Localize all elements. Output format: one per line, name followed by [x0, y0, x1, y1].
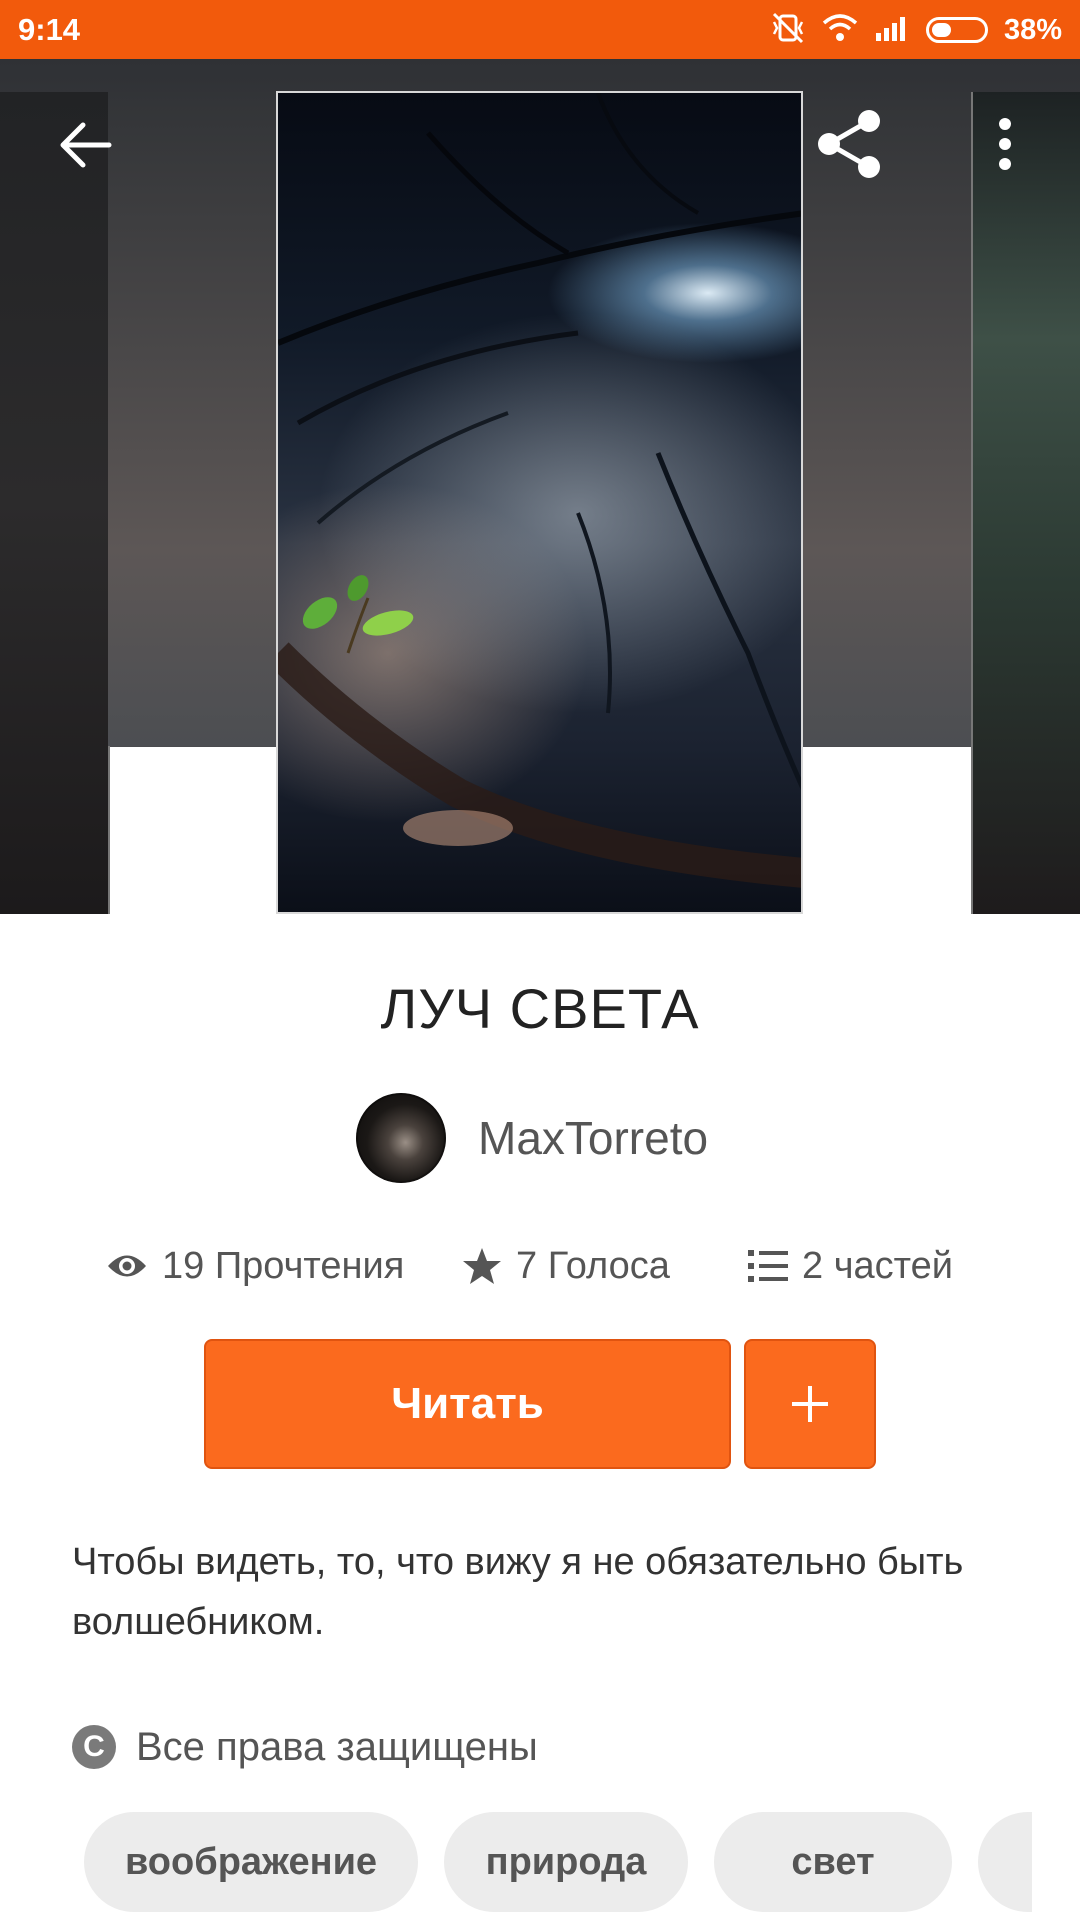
story-stats: 19 Прочтения 7 Голоса 2 частей [0, 1236, 1080, 1296]
author-name[interactable]: MaxTorreto [478, 1111, 708, 1165]
list-icon [748, 1250, 788, 1282]
story-cover[interactable] [276, 91, 803, 914]
battery-icon [925, 17, 988, 43]
share-button[interactable] [810, 104, 890, 184]
parts-stat: 2 частей [748, 1236, 953, 1296]
story-title: ЛУЧ СВЕТА [380, 977, 700, 1040]
votes-stat: 7 Голоса [462, 1236, 670, 1296]
plus-icon [792, 1386, 828, 1422]
tag-chip[interactable]: природа [444, 1812, 688, 1912]
more-vertical-icon [999, 118, 1011, 170]
share-icon [818, 110, 880, 178]
add-to-library-button[interactable] [744, 1339, 876, 1469]
copyright-icon: C [72, 1725, 116, 1769]
arrow-left-icon [60, 122, 112, 168]
reads-count: 19 Прочтения [162, 1244, 405, 1287]
battery-percent: 38% [1003, 13, 1062, 46]
status-time: 9:14 [18, 12, 81, 47]
copyright-text: Все права защищены [136, 1724, 538, 1769]
battery-fill [931, 23, 951, 37]
status-bar: 9:14 38% [0, 0, 1080, 59]
status-icons: 38% [770, 10, 1062, 50]
cover-artwork [278, 93, 801, 888]
tag-chip[interactable]: воображение [84, 1812, 418, 1912]
next-cover[interactable] [971, 92, 1080, 914]
tag-chip[interactable]: свет [714, 1812, 952, 1912]
previous-cover[interactable] [0, 92, 110, 914]
parts-count: 2 частей [802, 1244, 953, 1287]
author-row[interactable]: MaxTorreto [356, 1092, 708, 1184]
read-button[interactable]: Читать [204, 1339, 731, 1469]
wifi-icon [822, 13, 858, 48]
tag-list: воображение природа свет [0, 1812, 1032, 1912]
reads-stat: 19 Прочтения [106, 1236, 404, 1296]
back-button[interactable] [50, 110, 120, 180]
copyright-row: C Все права защищены [72, 1722, 538, 1772]
signal-icon [874, 13, 910, 48]
tag-chip[interactable] [978, 1812, 1032, 1912]
eye-icon [108, 1255, 146, 1277]
avatar[interactable] [356, 1093, 446, 1183]
more-options-button[interactable] [985, 112, 1025, 176]
story-description: Чтобы видеть, то, что вижу я не обязател… [72, 1541, 964, 1643]
votes-count: 7 Голоса [516, 1244, 670, 1287]
mute-vibrate-icon [770, 12, 806, 49]
star-icon [463, 1248, 501, 1284]
